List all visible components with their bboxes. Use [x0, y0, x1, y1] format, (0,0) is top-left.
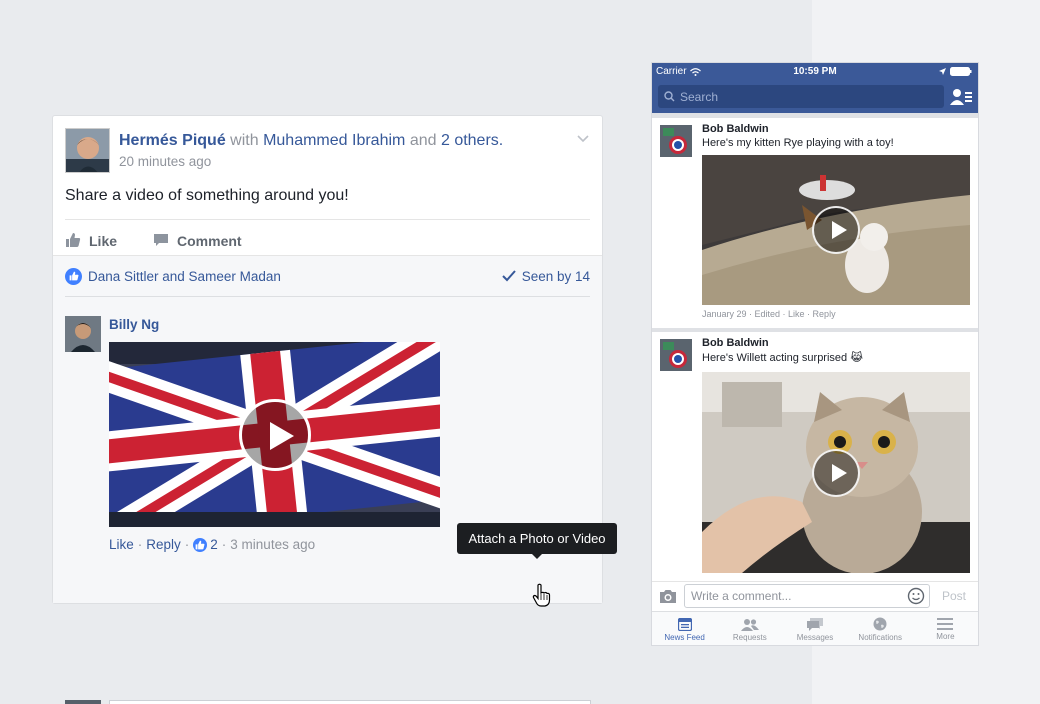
commenter-avatar[interactable] — [65, 316, 101, 352]
news-feed-icon — [677, 617, 692, 631]
post-button[interactable]: Post — [942, 589, 966, 603]
emoji-icon[interactable] — [907, 587, 925, 605]
menu-icon — [937, 618, 954, 630]
like-button[interactable]: Like — [65, 228, 117, 254]
like-label: Like — [89, 233, 118, 249]
comment-video[interactable] — [109, 342, 440, 527]
tab-news-feed[interactable]: News Feed — [652, 612, 717, 645]
commenter-name[interactable]: Billy Ng — [109, 317, 159, 332]
search-input[interactable] — [680, 89, 920, 104]
story-author[interactable]: Bob Baldwin — [702, 123, 769, 135]
status-time: 10:59 PM — [793, 66, 837, 77]
feed-story: Bob Baldwin Here's Willett acting surpri… — [652, 332, 978, 582]
story-video[interactable] — [702, 372, 970, 573]
author-name[interactable]: Hermés Piqué — [119, 132, 226, 149]
tab-label: Messages — [796, 632, 834, 642]
post-byline: Hermés Piqué with Muhammed Ibrahim and 2… — [119, 132, 503, 150]
divider — [65, 296, 590, 297]
separator: · — [184, 537, 190, 552]
comment-composer — [109, 700, 591, 704]
separator: · — [221, 537, 227, 552]
post-timestamp[interactable]: 20 minutes ago — [119, 154, 211, 169]
like-reaction-icon — [65, 267, 82, 285]
comment-reply-link[interactable]: Reply — [146, 537, 181, 552]
comment-like-count[interactable]: 2 — [210, 537, 218, 552]
thumbs-up-icon — [65, 232, 81, 251]
and-word: and — [409, 132, 437, 149]
author-avatar[interactable] — [65, 128, 110, 173]
play-icon[interactable] — [812, 206, 860, 254]
post-actions: Like Comment — [65, 228, 242, 254]
story-text: Here's my kitten Rye playing with a toy! — [702, 137, 894, 149]
my-avatar — [65, 700, 101, 704]
tab-label: Requests — [732, 632, 767, 642]
comment-button[interactable]: Comment — [153, 228, 242, 254]
seen-by[interactable]: Seen by 14 — [501, 268, 590, 284]
hand-cursor-icon — [532, 583, 552, 607]
post-text: Share a video of something around you! — [65, 187, 349, 204]
attach-tooltip: Attach a Photo or Video — [457, 523, 617, 559]
divider — [65, 219, 590, 220]
phone-comment-box — [684, 583, 930, 608]
tab-more[interactable]: More — [913, 612, 978, 645]
story-author[interactable]: Bob Baldwin — [702, 337, 769, 349]
comment-like-link[interactable]: Like — [109, 537, 134, 552]
battery-icon — [950, 67, 972, 76]
search-bar — [658, 85, 944, 108]
story-author-avatar[interactable] — [660, 125, 692, 157]
comment-meta: Like · Reply · 2 · 3 minutes ago — [109, 537, 315, 552]
tab-label: News Feed — [664, 632, 705, 642]
camera-icon[interactable] — [658, 588, 678, 604]
friends-list-icon[interactable] — [950, 87, 972, 107]
story-author-avatar[interactable] — [660, 339, 692, 371]
separator: · — [137, 537, 143, 552]
play-icon[interactable] — [238, 398, 311, 471]
like-reaction-icon — [193, 537, 208, 552]
location-arrow-icon — [939, 68, 946, 75]
phone-comment-input[interactable] — [685, 588, 907, 603]
chevron-down-icon[interactable] — [576, 132, 590, 146]
story-text: Here's Willett acting surprised 😹 — [702, 352, 864, 364]
phone-comment-composer: Post — [652, 581, 978, 609]
tagged-name[interactable]: Muhammed Ibrahim — [263, 132, 405, 149]
comment-time[interactable]: 3 minutes ago — [230, 537, 315, 552]
likes-row: Dana Sittler and Sameer Madan Seen by 14 — [65, 266, 590, 286]
news-feed: Bob Baldwin Here's my kitten Rye playing… — [652, 113, 978, 582]
story-video[interactable] — [702, 155, 970, 305]
status-bar: Carrier 10:59 PM — [652, 63, 978, 81]
comment-label: Comment — [177, 233, 242, 249]
globe-icon — [873, 617, 887, 631]
comment-icon — [153, 232, 169, 251]
tab-notifications[interactable]: Notifications — [848, 612, 913, 645]
feed-story: Bob Baldwin Here's my kitten Rye playing… — [652, 118, 978, 328]
others-link[interactable]: 2 others. — [441, 132, 503, 149]
likers-link[interactable]: Dana Sittler and Sameer Madan — [88, 269, 281, 284]
seen-by-label: Seen by 14 — [521, 268, 590, 284]
tab-requests[interactable]: Requests — [717, 612, 782, 645]
status-icons — [939, 67, 972, 76]
tab-bar: News Feed Requests Messages Notification… — [652, 611, 978, 645]
tab-label: Notifications — [858, 633, 902, 642]
tab-messages[interactable]: Messages — [782, 612, 847, 645]
friend-requests-icon — [740, 618, 759, 631]
story-meta: January 29 · Edited · Like · Reply — [702, 309, 836, 319]
post-header: Hermés Piqué with Muhammed Ibrahim and 2… — [65, 128, 590, 174]
search-icon — [664, 91, 675, 102]
messages-icon — [807, 617, 823, 631]
checkmark-icon — [501, 270, 516, 282]
phone-mockup: Carrier 10:59 PM Bob Baldwin Here's my k… — [651, 62, 979, 646]
with-word: with — [230, 132, 259, 149]
phone-header: Carrier 10:59 PM — [652, 63, 978, 113]
tab-label: More — [936, 632, 955, 641]
play-icon[interactable] — [812, 448, 860, 497]
